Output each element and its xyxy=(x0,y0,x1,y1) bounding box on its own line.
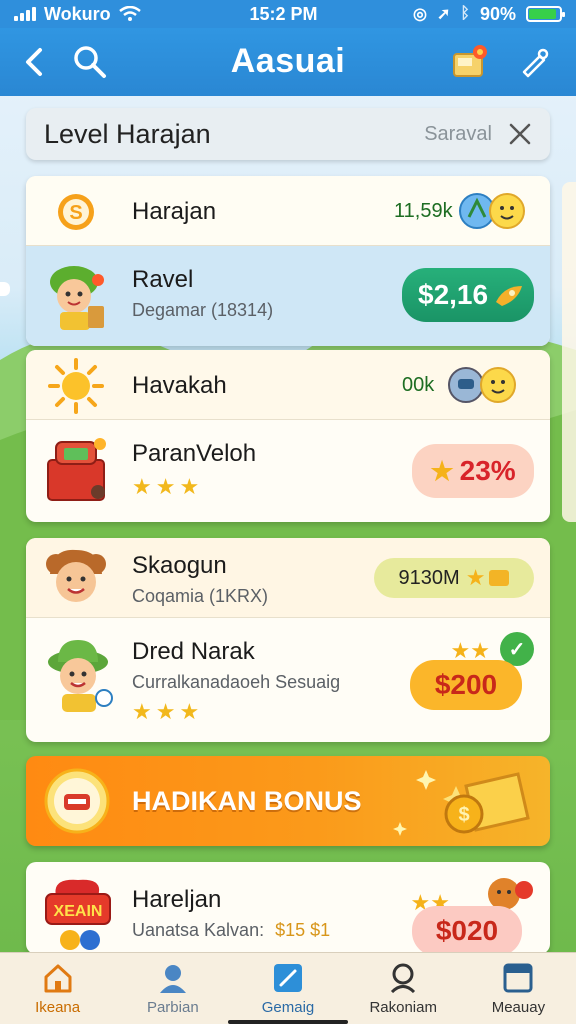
treasure-chest-icon xyxy=(42,434,110,511)
search-placeholder: Saraval xyxy=(424,122,492,145)
nav-label: Meauay xyxy=(491,999,546,1016)
price-value: $020 xyxy=(435,915,499,946)
close-icon[interactable] xyxy=(508,122,532,146)
star-rating: ★ ★ ★ xyxy=(132,474,200,499)
percent-button[interactable]: ★ 23% xyxy=(412,444,534,498)
sun-icon xyxy=(48,358,104,419)
svg-text:S: S xyxy=(69,202,82,224)
nav-item-profile[interactable]: Parbian xyxy=(115,953,230,1024)
notifications-button[interactable] xyxy=(450,42,490,82)
avatar-pair-icon xyxy=(458,193,525,229)
user-search-icon xyxy=(391,963,416,993)
carrier-name: Wokuro xyxy=(44,3,111,24)
alarm-icon: ◎ xyxy=(412,6,427,23)
item-name: Havakah xyxy=(132,372,227,399)
reward-badge[interactable]: 9130M ★ xyxy=(374,558,534,598)
pencil-square-icon xyxy=(274,964,302,992)
person-icon xyxy=(159,965,186,993)
list-item[interactable]: S Harajan 11,59k xyxy=(26,176,550,246)
bottom-nav: Ikeana Parbian Gemaig Rakoniam Meauay xyxy=(0,952,576,1024)
clock: 15:2 PM xyxy=(249,3,318,24)
item-subtitle-value: $15 $1 xyxy=(275,920,331,940)
price-value: $200 xyxy=(434,669,498,700)
list-item[interactable]: Dred Narak Curralkanadaoeh Sesuaig ★ ★ ★ ★… xyxy=(26,618,550,742)
star-icon: ★ xyxy=(465,565,486,590)
list-item[interactable]: XEAIN Hareljan Uanatsa Kalvan: $15 $1 ★★… xyxy=(26,862,550,954)
search-query: Level Harajan xyxy=(44,118,211,149)
item-subtitle: Coqamia (1KRX) xyxy=(132,586,269,606)
item-name: Ravel xyxy=(132,266,194,293)
item-subtitle: Uanatsa Kalvan: $15 $1 xyxy=(132,920,330,941)
coin-icon: S xyxy=(56,192,96,237)
item-value: 00k xyxy=(402,373,435,396)
window-icon xyxy=(503,963,533,993)
hiker-avatar-icon xyxy=(40,636,120,721)
nav-item-games[interactable]: Gemaig xyxy=(230,953,345,1024)
red-pouch-icon: XEAIN xyxy=(40,874,116,954)
bluetooth-icon: ᛒ xyxy=(460,5,470,22)
bonus-badge-icon xyxy=(44,768,110,834)
signal-icon xyxy=(14,7,36,21)
reward-value: 9130M xyxy=(398,566,460,589)
wifi-icon xyxy=(118,6,141,21)
app-bar: Aasuai xyxy=(0,28,576,96)
item-subtitle-text: Uanatsa Kalvan: xyxy=(132,920,265,940)
list-card-2: Havakah 00k ParanVeloh ★ ★ ★ ★ 23% xyxy=(26,350,550,522)
list-card-1: S Harajan 11,59k Ravel Degamar (18314) $… xyxy=(26,176,550,346)
list-item[interactable]: Skaogun Coqamia (1KRX) 9130M ★ xyxy=(26,538,550,618)
pen-icon xyxy=(522,48,549,78)
mailbox-icon xyxy=(453,45,487,77)
price-button[interactable]: $200 xyxy=(410,660,522,710)
side-panel-tab[interactable] xyxy=(562,182,576,522)
item-subtitle: Degamar (18314) xyxy=(132,300,274,320)
badge-text: XEAIN xyxy=(54,903,103,920)
nav-item-home[interactable]: Ikeana xyxy=(0,953,115,1024)
home-icon xyxy=(44,964,72,993)
price-button[interactable]: $2,16 xyxy=(402,268,534,322)
item-name: Harajan xyxy=(132,198,217,225)
percent-value: 23% xyxy=(459,455,516,486)
item-name: ParanVeloh xyxy=(132,440,257,467)
item-value: 11,59k xyxy=(394,199,453,222)
side-handle[interactable] xyxy=(0,282,10,296)
item-name: Hareljan xyxy=(132,886,222,913)
avatar-pair-icon xyxy=(448,367,517,403)
rocket-icon xyxy=(496,286,523,306)
svg-text:$: $ xyxy=(458,804,469,826)
price-button[interactable]: $020 xyxy=(412,906,522,954)
location-icon: ➚ xyxy=(436,6,451,23)
search-input[interactable]: Level Harajan Saraval xyxy=(26,108,550,160)
item-subtitle: Curralkanadaoeh Sesuaig xyxy=(132,672,341,692)
home-indicator xyxy=(228,1020,348,1024)
nav-item-menu[interactable]: Meauay xyxy=(461,953,576,1024)
battery-icon xyxy=(526,6,565,22)
explorer-avatar-icon xyxy=(40,260,112,337)
nav-item-search[interactable]: Rakoniam xyxy=(346,953,461,1024)
star-rating: ★ ★ ★ xyxy=(132,699,200,724)
star-icon: ★ xyxy=(430,455,454,486)
list-card-3: Skaogun Coqamia (1KRX) 9130M ★ Dred Nara… xyxy=(26,538,550,742)
bonus-label: HADIKAN BONUS xyxy=(132,786,362,816)
nav-label: Gemaig xyxy=(261,999,315,1016)
nav-label: Ikeana xyxy=(35,999,81,1016)
nav-label: Rakoniam xyxy=(369,999,437,1016)
edit-button[interactable] xyxy=(514,42,554,82)
list-item[interactable]: ParanVeloh ★ ★ ★ ★ 23% xyxy=(26,420,550,522)
battery-percent: 90% xyxy=(479,3,516,24)
gold-bars-icon xyxy=(489,570,510,586)
price-value: $2,16 xyxy=(418,279,489,310)
status-bar: Wokuro 15:2 PM ◎ ➚ ᛒ 90% xyxy=(0,0,576,28)
item-name: Dred Narak xyxy=(132,638,255,665)
score-badge: 11,59k xyxy=(394,190,534,232)
bonus-banner[interactable]: HADIKAN BONUS $ xyxy=(26,756,550,846)
list-item[interactable]: Havakah 00k xyxy=(26,350,550,420)
coin-ticket-icon: $ xyxy=(444,772,530,834)
kid-avatar-icon xyxy=(42,546,108,615)
list-card-4: XEAIN Hareljan Uanatsa Kalvan: $15 $1 ★★… xyxy=(26,862,550,954)
list-item[interactable]: Ravel Degamar (18314) $2,16 xyxy=(26,246,550,346)
score-badge: 00k xyxy=(402,364,534,406)
nav-label: Parbian xyxy=(146,999,199,1016)
item-name: Skaogun xyxy=(132,552,227,579)
